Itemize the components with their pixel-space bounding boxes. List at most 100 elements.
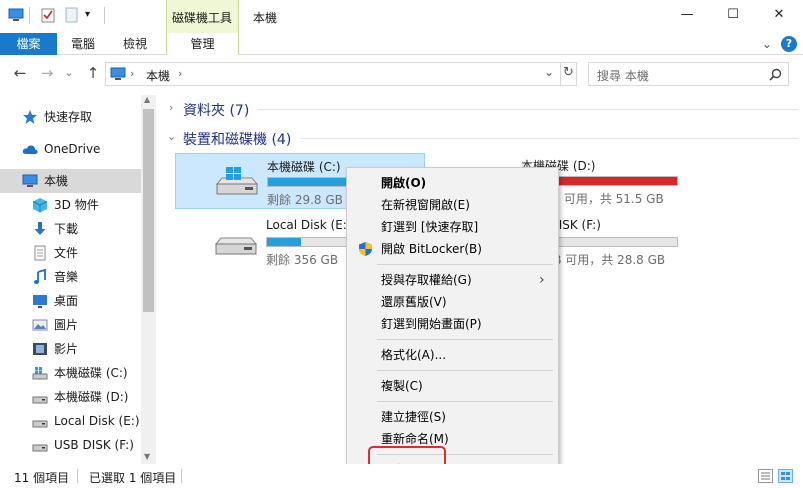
menu-item[interactable]: 授與存取權給(G) › bbox=[347, 269, 558, 291]
breadcrumb-this-pc[interactable]: 本機 bbox=[146, 67, 170, 84]
sidebar-item[interactable]: 本機磁碟 (D:) bbox=[0, 385, 141, 409]
context-menu: 開啟(O) 在新視窗開啟(E) 釘選到 [快速存取] 開啟 BitLocker(B) 授… bbox=[346, 167, 559, 477]
sidebar-item[interactable]: USB DISK (F:) bbox=[0, 433, 141, 457]
desktop-icon bbox=[32, 293, 48, 309]
drive-icon bbox=[32, 389, 48, 405]
menu-item-label: 建立捷徑(S) bbox=[381, 410, 446, 424]
expand-ribbon-icon[interactable]: ⌄ bbox=[762, 33, 772, 55]
search-placeholder: 搜尋 本機 bbox=[597, 69, 649, 83]
group-header-devices[interactable]: 裝置和磁碟機 (4) bbox=[183, 129, 291, 149]
navigation-pane: 快速存取 OneDrive 本機 3D 物件下載文件 音樂桌面圖片影片本機磁碟 (C:)… bbox=[0, 95, 156, 464]
maximize-button[interactable]: ☐ bbox=[718, 4, 748, 26]
tab-manage[interactable]: 管理 bbox=[166, 33, 239, 55]
title-bar: ▾ 磁碟機工具 本機 — ☐ ✕ bbox=[0, 0, 803, 33]
back-button[interactable]: ← bbox=[10, 63, 30, 83]
menu-item-label: 釘選到開始畫面(P) bbox=[381, 317, 482, 331]
menu-separator bbox=[377, 401, 553, 402]
menu-item[interactable]: 格式化(A)... bbox=[347, 344, 558, 366]
sidebar-item[interactable]: Local Disk (E:) bbox=[0, 409, 141, 433]
up-button[interactable]: ↑ bbox=[83, 63, 103, 83]
computer-icon bbox=[110, 67, 126, 80]
breadcrumb-separator[interactable]: › bbox=[130, 67, 134, 80]
new-folder-icon[interactable] bbox=[64, 7, 80, 23]
drive-usage-fill bbox=[267, 238, 302, 246]
document-icon bbox=[32, 245, 48, 261]
picture-icon bbox=[32, 317, 48, 333]
menu-item[interactable]: 建立捷徑(S) bbox=[347, 406, 558, 428]
sidebar-item-label: 影片 bbox=[54, 342, 79, 356]
sidebar-item[interactable]: 本機磁碟 (C:) bbox=[0, 361, 141, 385]
sidebar-item-label: Local Disk (E:) bbox=[54, 414, 140, 428]
menu-item[interactable]: 在新視窗開啟(E) bbox=[347, 194, 558, 216]
sidebar-item[interactable]: 音樂 bbox=[0, 265, 141, 289]
sidebar-item-label: 下載 bbox=[54, 222, 79, 236]
chevron-right-icon[interactable]: › bbox=[169, 101, 173, 114]
divider bbox=[104, 7, 105, 24]
refresh-button[interactable]: ↻ bbox=[563, 65, 574, 80]
sidebar-item[interactable]: 桌面 bbox=[0, 289, 141, 313]
sidebar-item[interactable]: 文件 bbox=[0, 241, 141, 265]
sidebar-item[interactable]: OneDrive bbox=[0, 137, 141, 161]
tab-file[interactable]: 檔案 bbox=[0, 33, 57, 55]
sidebar-item[interactable]: 圖片 bbox=[0, 313, 141, 337]
selected-count: 已選取 1 個項目 bbox=[89, 471, 177, 485]
scroll-down-icon[interactable]: ▼ bbox=[144, 452, 150, 461]
menu-item[interactable]: 還原舊版(V) bbox=[347, 291, 558, 313]
forward-button[interactable]: → bbox=[37, 63, 57, 83]
sidebar-item-label: 本機磁碟 (D:) bbox=[54, 390, 129, 404]
divider bbox=[29, 7, 30, 24]
window-title: 本機 bbox=[253, 11, 278, 25]
scrollbar-thumb[interactable] bbox=[143, 109, 154, 312]
menu-item[interactable]: 開啟(O) bbox=[347, 172, 558, 194]
sidebar-item-label: 圖片 bbox=[54, 318, 79, 332]
properties-icon[interactable] bbox=[40, 7, 56, 23]
scroll-up-icon[interactable]: ▲ bbox=[144, 95, 150, 104]
sidebar-item-label: 快速存取 bbox=[44, 110, 93, 124]
tab-computer[interactable]: 電腦 bbox=[71, 33, 95, 55]
sidebar-item-label: 本機 bbox=[44, 174, 69, 188]
help-icon[interactable]: ? bbox=[781, 36, 797, 52]
group-header-folders[interactable]: 資料夾 (7) bbox=[183, 100, 249, 120]
drive-icon bbox=[214, 237, 258, 255]
menu-item[interactable]: 複製(C) bbox=[347, 375, 558, 397]
recent-locations-button[interactable]: ⌄ bbox=[62, 63, 76, 83]
close-button[interactable]: ✕ bbox=[764, 4, 794, 26]
sidebar-item[interactable]: 影片 bbox=[0, 337, 141, 361]
video-icon bbox=[32, 341, 48, 357]
menu-item[interactable]: 釘選到 [快速存取] bbox=[347, 216, 558, 238]
drive-free-space: 剩餘 356 GB bbox=[266, 253, 339, 267]
cube-icon bbox=[32, 197, 48, 213]
address-bar[interactable]: › 本機 › ⌄ ↻ bbox=[105, 62, 577, 86]
search-input[interactable]: 搜尋 本機 bbox=[588, 62, 789, 86]
chevron-down-icon[interactable]: ⌄ bbox=[167, 130, 176, 143]
sidebar-item[interactable]: 3D 物件 bbox=[0, 193, 141, 217]
item-count: 11 個項目 bbox=[14, 471, 70, 485]
system-drive-icon bbox=[32, 365, 48, 381]
drive-usage-fill bbox=[268, 178, 358, 186]
address-dropdown-icon[interactable]: ⌄ bbox=[544, 65, 554, 79]
tiles-view-icon[interactable] bbox=[778, 469, 793, 483]
divider bbox=[560, 63, 561, 85]
divider bbox=[77, 469, 78, 483]
computer-icon bbox=[8, 8, 24, 21]
minimize-button[interactable]: — bbox=[672, 4, 702, 26]
search-icon[interactable] bbox=[769, 68, 782, 81]
sidebar-item[interactable]: 下載 bbox=[0, 217, 141, 241]
menu-item-label: 格式化(A)... bbox=[381, 348, 447, 362]
drive-icon bbox=[32, 413, 48, 429]
sidebar-item[interactable]: 本機 bbox=[0, 169, 141, 193]
menu-item-label: 開啟(O) bbox=[381, 176, 427, 190]
sidebar-item[interactable]: 快速存取 bbox=[0, 105, 141, 129]
quick-access-dropdown-icon[interactable]: ▾ bbox=[85, 9, 90, 20]
sidebar-item-label: 桌面 bbox=[54, 294, 79, 308]
sidebar-item-label: OneDrive bbox=[44, 142, 101, 156]
sidebar-scrollbar[interactable]: ▲ ▼ bbox=[141, 95, 156, 464]
tab-view[interactable]: 檢視 bbox=[123, 33, 147, 55]
details-view-icon[interactable] bbox=[758, 469, 773, 483]
menu-item-label: 還原舊版(V) bbox=[381, 295, 447, 309]
menu-item[interactable]: 釘選到開始畫面(P) bbox=[347, 313, 558, 335]
menu-item[interactable]: 開啟 BitLocker(B) bbox=[347, 238, 558, 260]
breadcrumb-separator[interactable]: › bbox=[178, 67, 182, 80]
drive-name: Local Disk (E:) bbox=[266, 218, 352, 232]
menu-item-label: 在新視窗開啟(E) bbox=[381, 198, 470, 212]
